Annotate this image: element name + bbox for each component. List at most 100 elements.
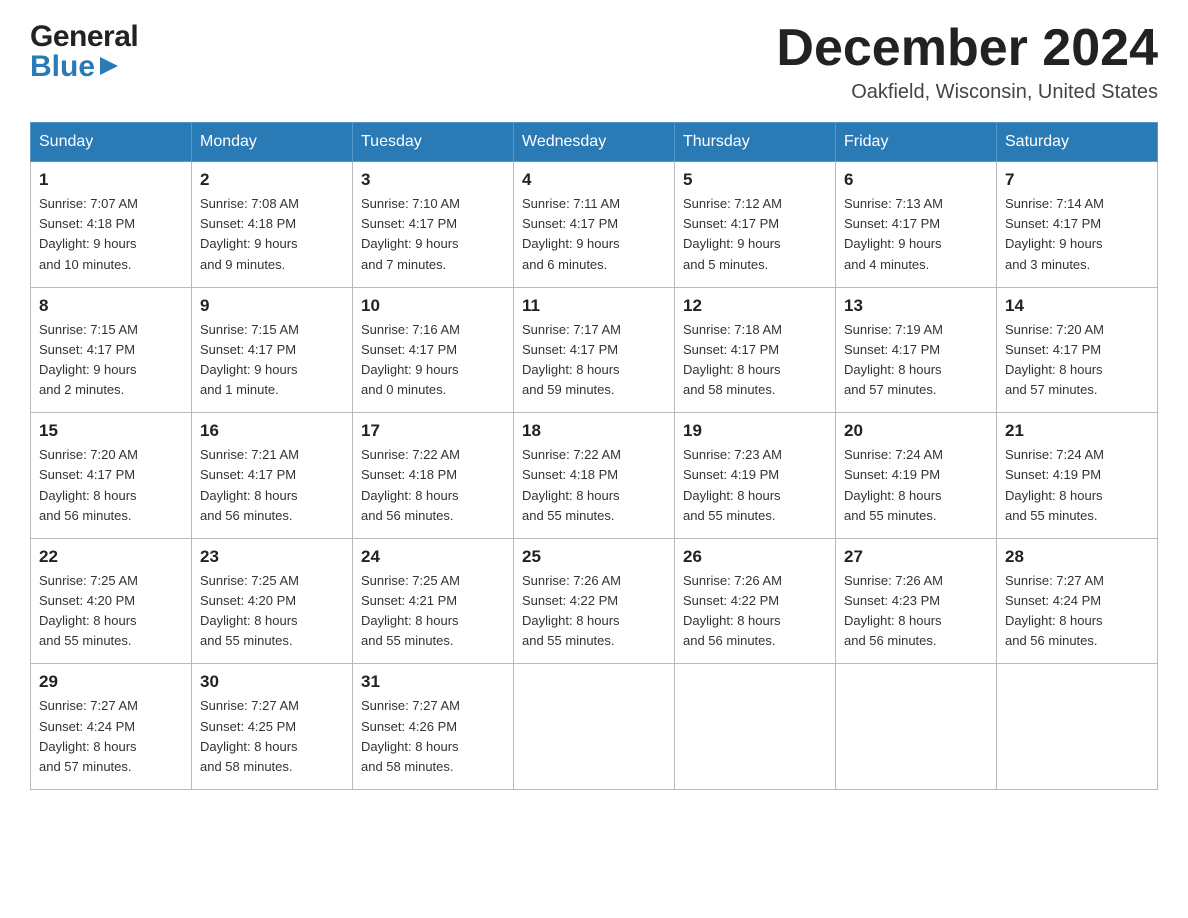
calendar-title: December 2024 [776, 20, 1158, 77]
week-row-2: 8 Sunrise: 7:15 AM Sunset: 4:17 PM Daylig… [31, 287, 1158, 413]
calendar-body: 1 Sunrise: 7:07 AM Sunset: 4:18 PM Daylig… [31, 162, 1158, 790]
day-info: Sunrise: 7:16 AM Sunset: 4:17 PM Dayligh… [361, 320, 505, 401]
day-info: Sunrise: 7:27 AM Sunset: 4:26 PM Dayligh… [361, 696, 505, 777]
day-number: 5 [683, 170, 827, 190]
cell-week2-day5: 12 Sunrise: 7:18 AM Sunset: 4:17 PM Dayli… [675, 287, 836, 413]
day-info: Sunrise: 7:07 AM Sunset: 4:18 PM Dayligh… [39, 194, 183, 275]
day-info: Sunrise: 7:15 AM Sunset: 4:17 PM Dayligh… [200, 320, 344, 401]
day-info: Sunrise: 7:08 AM Sunset: 4:18 PM Dayligh… [200, 194, 344, 275]
cell-week2-day4: 11 Sunrise: 7:17 AM Sunset: 4:17 PM Dayli… [514, 287, 675, 413]
day-number: 26 [683, 547, 827, 567]
logo-flag-icon [98, 55, 120, 77]
day-number: 6 [844, 170, 988, 190]
cell-week4-day7: 28 Sunrise: 7:27 AM Sunset: 4:24 PM Dayli… [997, 538, 1158, 664]
logo: General Blue [30, 20, 138, 84]
day-info: Sunrise: 7:12 AM Sunset: 4:17 PM Dayligh… [683, 194, 827, 275]
cell-week2-day2: 9 Sunrise: 7:15 AM Sunset: 4:17 PM Daylig… [192, 287, 353, 413]
day-info: Sunrise: 7:27 AM Sunset: 4:24 PM Dayligh… [39, 696, 183, 777]
cell-week3-day5: 19 Sunrise: 7:23 AM Sunset: 4:19 PM Dayli… [675, 413, 836, 539]
day-number: 7 [1005, 170, 1149, 190]
cell-week4-day4: 25 Sunrise: 7:26 AM Sunset: 4:22 PM Dayli… [514, 538, 675, 664]
cell-week2-day1: 8 Sunrise: 7:15 AM Sunset: 4:17 PM Daylig… [31, 287, 192, 413]
cell-week4-day5: 26 Sunrise: 7:26 AM Sunset: 4:22 PM Dayli… [675, 538, 836, 664]
day-info: Sunrise: 7:27 AM Sunset: 4:25 PM Dayligh… [200, 696, 344, 777]
cell-week1-day6: 6 Sunrise: 7:13 AM Sunset: 4:17 PM Daylig… [836, 162, 997, 288]
day-info: Sunrise: 7:27 AM Sunset: 4:24 PM Dayligh… [1005, 571, 1149, 652]
day-number: 14 [1005, 296, 1149, 316]
day-info: Sunrise: 7:26 AM Sunset: 4:23 PM Dayligh… [844, 571, 988, 652]
day-info: Sunrise: 7:15 AM Sunset: 4:17 PM Dayligh… [39, 320, 183, 401]
day-number: 21 [1005, 421, 1149, 441]
day-info: Sunrise: 7:18 AM Sunset: 4:17 PM Dayligh… [683, 320, 827, 401]
col-sunday: Sunday [31, 123, 192, 162]
day-info: Sunrise: 7:14 AM Sunset: 4:17 PM Dayligh… [1005, 194, 1149, 275]
day-info: Sunrise: 7:25 AM Sunset: 4:20 PM Dayligh… [200, 571, 344, 652]
day-info: Sunrise: 7:23 AM Sunset: 4:19 PM Dayligh… [683, 445, 827, 526]
day-number: 19 [683, 421, 827, 441]
day-info: Sunrise: 7:10 AM Sunset: 4:17 PM Dayligh… [361, 194, 505, 275]
col-tuesday: Tuesday [353, 123, 514, 162]
day-info: Sunrise: 7:21 AM Sunset: 4:17 PM Dayligh… [200, 445, 344, 526]
day-info: Sunrise: 7:26 AM Sunset: 4:22 PM Dayligh… [522, 571, 666, 652]
day-number: 30 [200, 672, 344, 692]
cell-week5-day5 [675, 664, 836, 790]
logo-general-text: General [30, 20, 138, 54]
day-number: 16 [200, 421, 344, 441]
day-info: Sunrise: 7:25 AM Sunset: 4:21 PM Dayligh… [361, 571, 505, 652]
day-number: 8 [39, 296, 183, 316]
day-info: Sunrise: 7:17 AM Sunset: 4:17 PM Dayligh… [522, 320, 666, 401]
cell-week5-day6 [836, 664, 997, 790]
day-info: Sunrise: 7:25 AM Sunset: 4:20 PM Dayligh… [39, 571, 183, 652]
cell-week4-day6: 27 Sunrise: 7:26 AM Sunset: 4:23 PM Dayli… [836, 538, 997, 664]
day-number: 12 [683, 296, 827, 316]
logo-blue-text: Blue [30, 50, 95, 84]
day-number: 10 [361, 296, 505, 316]
col-thursday: Thursday [675, 123, 836, 162]
day-number: 9 [200, 296, 344, 316]
cell-week1-day5: 5 Sunrise: 7:12 AM Sunset: 4:17 PM Daylig… [675, 162, 836, 288]
day-number: 4 [522, 170, 666, 190]
day-number: 25 [522, 547, 666, 567]
day-info: Sunrise: 7:22 AM Sunset: 4:18 PM Dayligh… [522, 445, 666, 526]
day-number: 1 [39, 170, 183, 190]
cell-week3-day4: 18 Sunrise: 7:22 AM Sunset: 4:18 PM Dayli… [514, 413, 675, 539]
day-info: Sunrise: 7:24 AM Sunset: 4:19 PM Dayligh… [1005, 445, 1149, 526]
cell-week2-day7: 14Sunrise: 7:20 AM Sunset: 4:17 PM Dayli… [997, 287, 1158, 413]
day-number: 15 [39, 421, 183, 441]
day-number: 24 [361, 547, 505, 567]
week-row-1: 1 Sunrise: 7:07 AM Sunset: 4:18 PM Daylig… [31, 162, 1158, 288]
day-number: 28 [1005, 547, 1149, 567]
day-number: 11 [522, 296, 666, 316]
calendar-location: Oakfield, Wisconsin, United States [776, 81, 1158, 104]
cell-week5-day7 [997, 664, 1158, 790]
day-info: Sunrise: 7:19 AM Sunset: 4:17 PM Dayligh… [844, 320, 988, 401]
day-info: Sunrise: 7:22 AM Sunset: 4:18 PM Dayligh… [361, 445, 505, 526]
day-number: 18 [522, 421, 666, 441]
cell-week1-day7: 7 Sunrise: 7:14 AM Sunset: 4:17 PM Daylig… [997, 162, 1158, 288]
cell-week4-day1: 22 Sunrise: 7:25 AM Sunset: 4:20 PM Dayli… [31, 538, 192, 664]
day-number: 27 [844, 547, 988, 567]
cell-week5-day1: 29 Sunrise: 7:27 AM Sunset: 4:24 PM Dayli… [31, 664, 192, 790]
day-info: Sunrise: 7:24 AM Sunset: 4:19 PM Dayligh… [844, 445, 988, 526]
cell-week5-day2: 30 Sunrise: 7:27 AM Sunset: 4:25 PM Dayli… [192, 664, 353, 790]
day-number: 17 [361, 421, 505, 441]
days-of-week-row: Sunday Monday Tuesday Wednesday Thursday… [31, 123, 1158, 162]
page-header: General Blue December 2024 Oakfield, Wis… [30, 20, 1158, 104]
col-saturday: Saturday [997, 123, 1158, 162]
day-number: 29 [39, 672, 183, 692]
cell-week5-day3: 31Sunrise: 7:27 AM Sunset: 4:26 PM Dayli… [353, 664, 514, 790]
day-number: 22 [39, 547, 183, 567]
day-number: 3 [361, 170, 505, 190]
calendar-table: Sunday Monday Tuesday Wednesday Thursday… [30, 122, 1158, 790]
cell-week3-day3: 17 Sunrise: 7:22 AM Sunset: 4:18 PM Dayli… [353, 413, 514, 539]
col-friday: Friday [836, 123, 997, 162]
day-info: Sunrise: 7:13 AM Sunset: 4:17 PM Dayligh… [844, 194, 988, 275]
cell-week1-day3: 3 Sunrise: 7:10 AM Sunset: 4:17 PM Daylig… [353, 162, 514, 288]
day-info: Sunrise: 7:20 AM Sunset: 4:17 PM Dayligh… [39, 445, 183, 526]
cell-week2-day6: 13Sunrise: 7:19 AM Sunset: 4:17 PM Dayli… [836, 287, 997, 413]
day-info: Sunrise: 7:26 AM Sunset: 4:22 PM Dayligh… [683, 571, 827, 652]
day-number: 20 [844, 421, 988, 441]
day-number: 2 [200, 170, 344, 190]
col-wednesday: Wednesday [514, 123, 675, 162]
week-row-4: 22 Sunrise: 7:25 AM Sunset: 4:20 PM Dayli… [31, 538, 1158, 664]
